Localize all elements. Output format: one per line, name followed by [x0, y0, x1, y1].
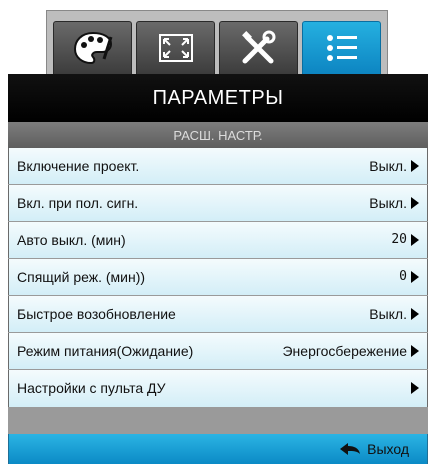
row-label: Спящий реж. (мин))	[17, 269, 146, 285]
row-label: Настройки с пульта ДУ	[17, 380, 166, 396]
chevron-right-icon[interactable]	[411, 308, 419, 320]
row-label: Быстрое возобновление	[17, 306, 176, 322]
row-quick-resume[interactable]: Быстрое возобновление Выкл.	[8, 296, 428, 332]
row-value: 0	[399, 269, 407, 284]
row-label: Режим питания(Ожидание)	[17, 343, 194, 359]
osd-menu: ПАРАМЕТРЫ РАСШ. НАСТР. Включение проект.…	[8, 6, 428, 464]
row-sleep-timer[interactable]: Спящий реж. (мин)) 0	[8, 259, 428, 295]
chevron-right-icon[interactable]	[411, 271, 419, 283]
row-value: Выкл.	[369, 158, 407, 174]
row-signal-power-on[interactable]: Вкл. при пол. сигн. Выкл.	[8, 185, 428, 221]
tab-display[interactable]	[136, 21, 215, 74]
tools-icon	[241, 30, 275, 64]
page-title: ПАРАМЕТРЫ	[8, 74, 428, 122]
row-label: Авто выкл. (мин)	[17, 232, 126, 248]
row-value: Выкл.	[369, 306, 407, 322]
footer-bar: Выход	[8, 434, 428, 464]
exit-label: Выход	[367, 441, 409, 457]
screen-resize-icon	[158, 34, 193, 62]
chevron-right-icon[interactable]	[411, 382, 419, 394]
row-value: Энергосбережение	[282, 343, 407, 359]
row-auto-power-off[interactable]: Авто выкл. (мин) 20	[8, 222, 428, 258]
tab-bar	[8, 6, 428, 74]
row-remote-settings[interactable]: Настройки с пульта ДУ	[8, 370, 428, 407]
row-label: Вкл. при пол. сигн.	[17, 195, 139, 211]
row-value: Выкл.	[369, 195, 407, 211]
tab-options[interactable]	[302, 21, 381, 74]
chevron-right-icon[interactable]	[411, 234, 419, 246]
page-subtitle: РАСШ. НАСТР.	[8, 122, 428, 148]
tab-image[interactable]	[53, 21, 132, 74]
exit-button[interactable]: Выход	[339, 434, 409, 464]
chevron-right-icon[interactable]	[411, 160, 419, 172]
chevron-right-icon[interactable]	[411, 197, 419, 209]
chevron-right-icon[interactable]	[411, 345, 419, 357]
row-value: 20	[391, 232, 407, 247]
tab-setup[interactable]	[219, 21, 298, 74]
row-power-on[interactable]: Включение проект. Выкл.	[8, 148, 428, 184]
tab-strip	[46, 10, 388, 74]
palette-icon	[73, 31, 112, 65]
options-list: Включение проект. Выкл. Вкл. при пол. си…	[8, 148, 428, 408]
back-arrow-icon	[340, 443, 361, 455]
row-label: Включение проект.	[17, 158, 140, 174]
row-power-mode[interactable]: Режим питания(Ожидание) Энергосбережение	[8, 333, 428, 369]
list-settings-icon	[326, 35, 357, 61]
